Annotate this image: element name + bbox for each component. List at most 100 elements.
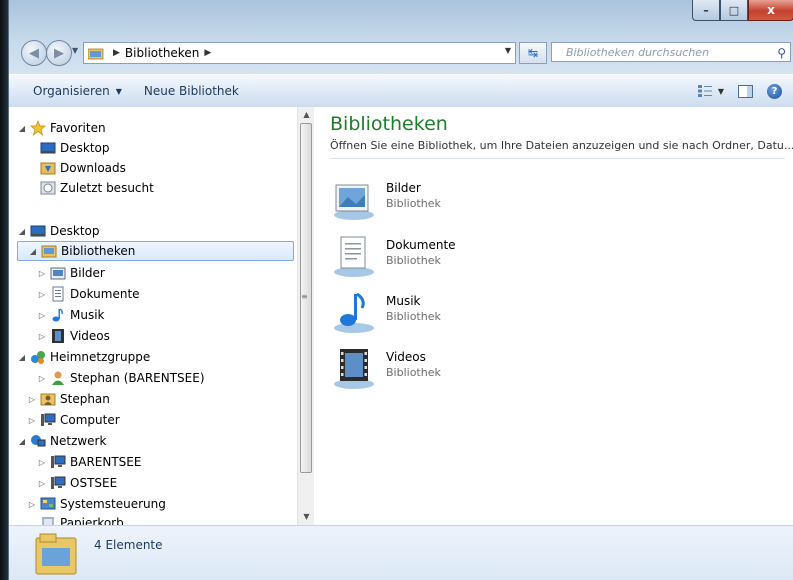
scroll-up-arrow-icon[interactable]: ▲ (298, 107, 315, 123)
nav-label: Downloads (60, 161, 126, 175)
breadcrumb-separator-icon[interactable]: ▶ (113, 48, 120, 58)
nav-label: Favoriten (50, 121, 106, 135)
documents-icon (52, 286, 64, 302)
desktop-icon (30, 225, 46, 237)
nav-label: Heimnetzgruppe (50, 350, 151, 364)
nav-item-desktop-fav[interactable]: Desktop (27, 138, 297, 158)
scroll-grip-icon: ≡ (301, 292, 308, 301)
library-item-documents[interactable]: Dokumente Bibliothek (332, 234, 456, 278)
collapsed-arrow-icon[interactable]: ▷ (37, 332, 47, 341)
collapsed-arrow-icon[interactable]: ▷ (37, 290, 47, 299)
library-type: Bibliothek (386, 366, 441, 379)
back-button[interactable]: ◀ (21, 40, 47, 66)
nav-label: Desktop (50, 224, 100, 238)
address-bar[interactable]: ▶ Bibliotheken ▶ ▼ (83, 42, 516, 64)
music-library-icon (334, 292, 374, 333)
network-icon (31, 435, 46, 447)
change-view-button[interactable]: ▼ (697, 85, 724, 97)
nav-label: Videos (70, 329, 110, 343)
collapsed-arrow-icon[interactable]: ▷ (37, 311, 47, 320)
expanded-arrow-icon[interactable]: ◢ (17, 227, 27, 236)
computer-icon (41, 413, 56, 426)
nav-item-favorites[interactable]: ◢ Favoriten (17, 118, 297, 138)
command-bar: Organisieren ▼ Neue Bibliothek ▼ ? (9, 74, 793, 108)
nav-item-barentsee[interactable]: ▷ BARENTSEE (37, 452, 297, 472)
control-panel-icon (40, 497, 56, 510)
desktop-icon (40, 142, 56, 154)
nav-item-recent[interactable]: Zuletzt besucht (27, 178, 297, 198)
chevron-down-icon: ▼ (717, 86, 724, 96)
network-computer-icon (51, 455, 66, 468)
organize-label: Organisieren (33, 84, 110, 98)
nav-item-stephan-barentsee[interactable]: ▷ Stephan (BARENTSEE) (37, 368, 297, 388)
nav-item-desktop[interactable]: ◢ Desktop (17, 221, 297, 241)
nav-item-music[interactable]: ▷ Musik (37, 305, 297, 325)
recent-pages-dropdown[interactable]: ▼ (72, 46, 78, 55)
nav-item-documents[interactable]: ▷ Dokumente (37, 284, 297, 304)
collapsed-arrow-icon[interactable]: ▷ (27, 395, 37, 404)
help-icon[interactable]: ? (767, 83, 782, 99)
collapsed-arrow-icon[interactable]: ▷ (37, 479, 47, 488)
collapsed-arrow-icon[interactable]: ▷ (37, 374, 47, 383)
collapsed-arrow-icon[interactable]: ▷ (37, 269, 47, 278)
minimize-button[interactable]: – (692, 0, 720, 21)
collapsed-arrow-icon[interactable]: ▷ (27, 416, 37, 425)
nav-label: Dokumente (70, 287, 140, 301)
nav-item-downloads[interactable]: Downloads (27, 158, 297, 178)
nav-item-network[interactable]: ◢ Netzwerk (17, 431, 297, 451)
forward-button[interactable]: ▶ (46, 40, 72, 66)
item-count: 4 Elemente (94, 538, 163, 552)
preview-pane-button[interactable] (738, 84, 753, 98)
library-name: Bilder (386, 181, 421, 195)
nav-item-ostsee[interactable]: ▷ OSTSEE (37, 473, 297, 493)
nav-label: Musik (70, 308, 105, 322)
page-subtitle: Öffnen Sie eine Bibliothek, um Ihre Date… (330, 139, 793, 152)
videos-library-icon (334, 349, 374, 389)
maximize-button[interactable]: □ (720, 0, 748, 21)
breadcrumb-libraries[interactable]: Bibliotheken (125, 46, 199, 60)
explorer-window: – □ x ◀ ▶ ▼ ▶ Bibliotheken ▶ ▼ ↹ Bibliot… (8, 0, 793, 580)
close-button[interactable]: x (748, 0, 793, 21)
address-dropdown-icon[interactable]: ▼ (505, 46, 511, 55)
nav-label: Systemsteuerung (60, 497, 166, 511)
libraries-folder-icon (35, 533, 77, 575)
nav-item-stephan[interactable]: ▷ Stephan (27, 389, 297, 409)
nav-item-homegroup[interactable]: ◢ Heimnetzgruppe (17, 347, 297, 367)
nav-item-computer[interactable]: ▷ Computer (27, 410, 297, 430)
new-library-button[interactable]: Neue Bibliothek (144, 84, 239, 98)
caption-buttons: – □ x (692, 0, 793, 22)
nav-label: Bilder (70, 266, 105, 280)
search-icon[interactable]: ⚲ (777, 43, 786, 63)
nav-label: Computer (60, 413, 120, 427)
preview-pane-icon (738, 84, 753, 98)
library-item-pictures[interactable]: Bilder Bibliothek (332, 177, 441, 221)
nav-item-videos[interactable]: ▷ Videos (37, 326, 297, 346)
collapsed-arrow-icon[interactable]: ▷ (27, 500, 37, 509)
pictures-icon (50, 267, 66, 280)
expanded-arrow-icon[interactable]: ◢ (17, 437, 27, 446)
collapsed-arrow-icon[interactable]: ▷ (37, 458, 47, 467)
nav-item-recycle-bin[interactable]: Papierkorb (27, 513, 297, 525)
nav-item-libraries[interactable]: ◢ Bibliotheken (17, 241, 294, 261)
nav-item-control-panel[interactable]: ▷ Systemsteuerung (27, 494, 297, 514)
navigation-scrollbar[interactable]: ▲ ≡ ▼ (297, 107, 315, 525)
expanded-arrow-icon[interactable]: ◢ (17, 353, 27, 362)
refresh-icon: ↹ (527, 46, 539, 60)
nav-item-pictures[interactable]: ▷ Bilder (37, 263, 297, 283)
library-item-videos[interactable]: Videos Bibliothek (332, 346, 441, 390)
nav-label: Papierkorb (60, 516, 124, 525)
expanded-arrow-icon[interactable]: ◢ (17, 124, 27, 133)
scroll-down-arrow-icon[interactable]: ▼ (298, 509, 315, 525)
details-pane: 4 Elemente (9, 525, 793, 580)
breadcrumb-separator-icon[interactable]: ▶ (204, 48, 211, 58)
nav-label: OSTSEE (70, 476, 118, 490)
library-item-music[interactable]: Musik Bibliothek (332, 290, 441, 334)
search-input[interactable]: Bibliotheken durchsuchen ⚲ (551, 42, 791, 62)
nav-label: Netzwerk (50, 434, 107, 448)
refresh-button[interactable]: ↹ (519, 42, 547, 64)
new-library-label: Neue Bibliothek (143, 84, 239, 98)
videos-icon (52, 329, 64, 343)
organize-button[interactable]: Organisieren ▼ (33, 84, 122, 98)
star-icon (30, 120, 46, 136)
expanded-arrow-icon[interactable]: ◢ (28, 247, 38, 256)
